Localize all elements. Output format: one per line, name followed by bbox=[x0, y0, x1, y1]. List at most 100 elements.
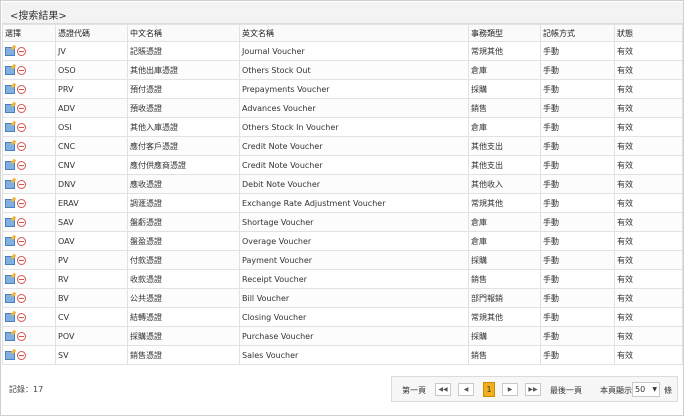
per-page-select[interactable]: 50 ▼ bbox=[632, 382, 660, 397]
col-chinese-name[interactable]: 中文名稱 bbox=[127, 24, 240, 42]
edit-icon[interactable] bbox=[5, 293, 15, 303]
delete-icon[interactable] bbox=[17, 274, 26, 284]
col-status[interactable]: 狀態 bbox=[614, 24, 683, 42]
cell-type: 採購 bbox=[468, 250, 541, 270]
table-row: PRV 預付憑證 Prepayments Voucher 採購 手動 有效 bbox=[2, 79, 683, 99]
per-page-unit: 條 bbox=[664, 386, 672, 395]
row-select-cell bbox=[2, 155, 56, 175]
cell-type: 其他收入 bbox=[468, 174, 541, 194]
delete-icon[interactable] bbox=[17, 65, 26, 75]
cell-status: 有效 bbox=[614, 212, 683, 232]
col-mode[interactable]: 記帳方式 bbox=[540, 24, 615, 42]
cell-status: 有效 bbox=[614, 117, 683, 137]
col-code[interactable]: 憑證代碼 bbox=[55, 24, 128, 42]
edit-icon[interactable] bbox=[5, 198, 15, 208]
delete-icon[interactable] bbox=[17, 293, 26, 303]
edit-icon[interactable] bbox=[5, 103, 15, 113]
delete-icon[interactable] bbox=[17, 312, 26, 322]
delete-icon[interactable] bbox=[17, 255, 26, 265]
row-select-cell bbox=[2, 174, 56, 194]
cell-mode: 手動 bbox=[540, 79, 615, 99]
delete-icon[interactable] bbox=[17, 160, 26, 170]
delete-icon[interactable] bbox=[17, 350, 26, 360]
edit-icon[interactable] bbox=[5, 255, 15, 265]
delete-icon[interactable] bbox=[17, 331, 26, 341]
edit-icon[interactable] bbox=[5, 331, 15, 341]
cell-mode: 手動 bbox=[540, 307, 615, 327]
last-page-link[interactable]: 最後一頁 bbox=[550, 385, 582, 396]
cell-english-name: Others Stock Out bbox=[239, 60, 469, 80]
cell-english-name: Credit Note Voucher bbox=[239, 155, 469, 175]
delete-icon[interactable] bbox=[17, 84, 26, 94]
prev-page-icon[interactable]: ◀ bbox=[458, 383, 474, 396]
delete-icon[interactable] bbox=[17, 179, 26, 189]
table-row: ERAV 調滙憑證 Exchange Rate Adjustment Voucher… bbox=[2, 193, 683, 213]
delete-icon[interactable] bbox=[17, 122, 26, 132]
cell-chinese-name: 應付供應商憑證 bbox=[127, 155, 240, 175]
edit-icon[interactable] bbox=[5, 46, 15, 56]
cell-english-name: Exchange Rate Adjustment Voucher bbox=[239, 193, 469, 213]
delete-icon[interactable] bbox=[17, 198, 26, 208]
delete-icon[interactable] bbox=[17, 141, 26, 151]
panel-title: <搜索結果> bbox=[10, 11, 67, 22]
table-row: SAV 盤虧憑證 Shortage Voucher 倉庫 手動 有效 bbox=[2, 212, 683, 232]
edit-icon[interactable] bbox=[5, 217, 15, 227]
cell-mode: 手動 bbox=[540, 41, 615, 61]
cell-type: 倉庫 bbox=[468, 231, 541, 251]
delete-icon[interactable] bbox=[17, 103, 26, 113]
first-page-link[interactable]: 第一頁 bbox=[402, 385, 426, 396]
cell-type: 倉庫 bbox=[468, 117, 541, 137]
current-page-button[interactable]: 1 bbox=[483, 382, 495, 397]
table-row: SV 銷售憑證 Sales Voucher 銷售 手動 有效 bbox=[2, 345, 683, 365]
cell-type: 常規其他 bbox=[468, 41, 541, 61]
cell-chinese-name: 結轉憑證 bbox=[127, 307, 240, 327]
edit-icon[interactable] bbox=[5, 274, 15, 284]
cell-english-name: Sales Voucher bbox=[239, 345, 469, 365]
row-actions bbox=[5, 65, 53, 75]
delete-icon[interactable] bbox=[17, 217, 26, 227]
edit-icon[interactable] bbox=[5, 122, 15, 132]
delete-icon[interactable] bbox=[17, 236, 26, 246]
cell-type: 常規其他 bbox=[468, 193, 541, 213]
cell-status: 有效 bbox=[614, 345, 683, 365]
edit-icon[interactable] bbox=[5, 179, 15, 189]
first-page-icon[interactable]: ◀◀ bbox=[435, 383, 451, 396]
cell-type: 倉庫 bbox=[468, 60, 541, 80]
edit-icon[interactable] bbox=[5, 141, 15, 151]
row-select-cell bbox=[2, 41, 56, 61]
cell-english-name: Credit Note Voucher bbox=[239, 136, 469, 156]
edit-icon[interactable] bbox=[5, 312, 15, 322]
edit-icon[interactable] bbox=[5, 84, 15, 94]
cell-chinese-name: 付款憑證 bbox=[127, 250, 240, 270]
cell-type: 採購 bbox=[468, 79, 541, 99]
row-actions bbox=[5, 274, 53, 284]
cell-chinese-name: 銷售憑證 bbox=[127, 345, 240, 365]
cell-english-name: Purchase Voucher bbox=[239, 326, 469, 346]
cell-status: 有效 bbox=[614, 231, 683, 251]
edit-icon[interactable] bbox=[5, 350, 15, 360]
cell-mode: 手動 bbox=[540, 326, 615, 346]
row-select-cell bbox=[2, 136, 56, 156]
edit-icon[interactable] bbox=[5, 236, 15, 246]
cell-code: CNC bbox=[55, 136, 128, 156]
cell-chinese-name: 預收憑證 bbox=[127, 98, 240, 118]
row-actions bbox=[5, 141, 53, 151]
cell-english-name: Shortage Voucher bbox=[239, 212, 469, 232]
cell-type: 其他支出 bbox=[468, 155, 541, 175]
cell-chinese-name: 其他入庫憑證 bbox=[127, 117, 240, 137]
row-select-cell bbox=[2, 307, 56, 327]
next-page-icon[interactable]: ▶ bbox=[502, 383, 518, 396]
col-english-name[interactable]: 英文名稱 bbox=[239, 24, 469, 42]
edit-icon[interactable] bbox=[5, 160, 15, 170]
col-type[interactable]: 事務類型 bbox=[468, 24, 541, 42]
cell-type: 銷售 bbox=[468, 269, 541, 289]
cell-english-name: Prepayments Voucher bbox=[239, 79, 469, 99]
cell-chinese-name: 盤盈憑證 bbox=[127, 231, 240, 251]
cell-mode: 手動 bbox=[540, 155, 615, 175]
edit-icon[interactable] bbox=[5, 65, 15, 75]
last-page-icon[interactable]: ▶▶ bbox=[525, 383, 541, 396]
row-select-cell bbox=[2, 326, 56, 346]
delete-icon[interactable] bbox=[17, 46, 26, 56]
cell-mode: 手動 bbox=[540, 174, 615, 194]
cell-chinese-name: 應收憑證 bbox=[127, 174, 240, 194]
